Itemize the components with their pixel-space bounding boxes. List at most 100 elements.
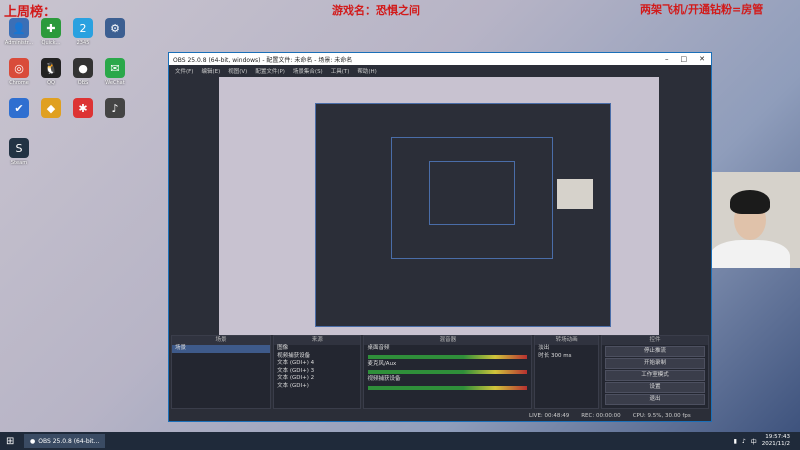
sources-header: 来源 (274, 336, 361, 345)
desktop-icon-label: WeChat (105, 80, 125, 86)
app-icon: ◆ (41, 98, 61, 118)
close-icon[interactable]: ✕ (699, 55, 705, 63)
menu-item[interactable]: 文件(F) (175, 67, 193, 75)
source-item[interactable]: 图像 (274, 345, 360, 353)
desktop-icon-label: QQ (47, 80, 55, 86)
control-button[interactable]: 开始录制 (605, 358, 706, 369)
stream-rules-label: 两架飞机/开通钻粉=房管 (640, 3, 764, 16)
transition-select[interactable]: 淡出 (535, 345, 598, 353)
app-icon: ⚙ (105, 18, 125, 38)
desktop-icon[interactable]: ✚ Quick... (34, 18, 68, 56)
sources-panel: 来源 图像 视频捕获设备 文本 (GDI+) 4 文本 (GDI+) 3 文本 (GDI… (273, 335, 362, 409)
mixer-channel-label: 视频捕获设备 (367, 376, 401, 382)
desktop-icon-label: 2345 (76, 40, 90, 46)
control-button[interactable]: 设置 (605, 382, 706, 393)
obs-statusbar: LIVE: 00:48:49 REC: 00:00:00 CPU: 9.5%, … (169, 411, 711, 421)
desktop-icon[interactable]: ✉ WeChat (98, 58, 132, 96)
network-icon[interactable]: ▮ (734, 438, 737, 445)
desktop-icon[interactable]: 👤 Administr... (2, 18, 36, 56)
volume-meter[interactable] (368, 385, 528, 390)
desktop-icon[interactable]: ◎ Chrome (2, 58, 36, 96)
desktop-icon-label: Steam (10, 160, 28, 166)
transitions-header: 转场动画 (535, 336, 599, 345)
desktop-icon-label: Quick... (41, 40, 61, 46)
control-button[interactable]: 工作室模式 (605, 370, 706, 381)
source-item[interactable]: 文本 (GDI+) (274, 383, 360, 391)
source-item[interactable]: 文本 (GDI+) 4 (274, 360, 360, 368)
cpu-fps: CPU: 9.5%, 30.00 fps (632, 413, 691, 419)
desktop: 上周榜： 游戏名：恐惧之间 两架飞机/开通钻粉=房管 👤 Administr...… (0, 0, 800, 450)
clock[interactable]: 19:57:43 2021/11/2 (762, 434, 790, 448)
taskbar: ⊞ ● OBS 25.0.8 (64-bit... ▮ ♪ 中 19:57:43… (0, 432, 800, 450)
live-timer: LIVE: 00:48:49 (529, 413, 570, 419)
desktop-icon[interactable]: 🐧 QQ (34, 58, 68, 96)
desktop-icon[interactable]: ✔ (2, 98, 36, 136)
clock-time: 19:57:43 (765, 434, 790, 440)
control-button[interactable]: 停止推流 (605, 346, 706, 357)
app-icon: ♪ (105, 98, 125, 118)
desktop-icon[interactable]: 2 2345 (66, 18, 100, 56)
app-icon: 2 (73, 18, 93, 38)
scene-item[interactable]: 场景 (172, 345, 271, 353)
app-icon: ✉ (105, 58, 125, 78)
menu-item[interactable]: 配置文件(P) (255, 67, 285, 75)
obs-preview[interactable] (219, 77, 659, 335)
rec-timer: REC: 00:00:00 (581, 413, 621, 419)
clock-date: 2021/11/2 (761, 441, 790, 447)
obs-icon: ● (30, 437, 36, 445)
desktop-icon-label: OBS (77, 80, 89, 86)
app-icon: 👤 (9, 18, 29, 38)
menu-item[interactable]: 视图(V) (228, 67, 247, 75)
volume-icon[interactable]: ♪ (742, 438, 746, 445)
webcam-feed (700, 172, 800, 268)
system-tray: ▮ ♪ 中 19:57:43 2021/11/2 (734, 434, 800, 448)
duration-row: 时长 300 ms (535, 353, 598, 361)
control-button[interactable]: 退出 (605, 394, 706, 405)
source-item[interactable]: 文本 (GDI+) 3 (274, 368, 360, 376)
scenes-panel: 场景 场景 (171, 335, 272, 409)
menu-item[interactable]: 帮助(H) (357, 67, 376, 75)
menu-item[interactable]: 编辑(E) (201, 67, 220, 75)
source-item[interactable]: 文本 (GDI+) 2 (274, 375, 360, 383)
volume-meter[interactable] (368, 354, 528, 359)
app-icon: S (9, 138, 29, 158)
duration-value[interactable]: 300 ms (551, 353, 571, 359)
desktop-icon[interactable]: ♪ (98, 98, 132, 136)
menu-item[interactable]: 工具(T) (331, 67, 350, 75)
ime-icon[interactable]: 中 (751, 437, 757, 446)
obs-titlebar[interactable]: OBS 25.0.8 (64-bit, windows) - 配置文件: 未命名… (169, 53, 711, 65)
mixer-channel-label: 麦克风/Aux (367, 360, 397, 367)
menu-item[interactable]: 场景集合(S) (293, 67, 323, 75)
desktop-icon-label: Administr... (4, 40, 34, 46)
desktop-icon[interactable]: S Steam (2, 138, 36, 176)
maximize-icon[interactable]: □ (681, 55, 688, 63)
game-name-label: 游戏名：恐惧之间 (332, 4, 420, 17)
desktop-icon[interactable]: ● OBS (66, 58, 100, 96)
desktop-icon[interactable]: ✱ (66, 98, 100, 136)
source-item[interactable]: 视频捕获设备 (274, 353, 360, 361)
mixer-panel: 混音器 桌面音频麦克风/Aux 视频捕获设备 (363, 335, 533, 409)
obs-window[interactable]: OBS 25.0.8 (64-bit, windows) - 配置文件: 未命名… (168, 52, 712, 422)
obs-title: OBS 25.0.8 (64-bit, windows) - 配置文件: 未命名… (173, 56, 353, 64)
desktop-icon[interactable]: ⚙ (98, 18, 132, 56)
app-icon: ◎ (9, 58, 29, 78)
scenes-header: 场景 (172, 336, 271, 345)
transitions-panel: 转场动画 淡出 时长 300 ms (534, 335, 600, 409)
desktop-icon-label: Chrome (9, 80, 29, 86)
app-icon: 🐧 (41, 58, 61, 78)
controls-header: 控件 (602, 336, 709, 345)
mixer-channel-label: 桌面音频 (367, 345, 390, 351)
app-icon: ● (73, 58, 93, 78)
desktop-icon[interactable]: ◆ (34, 98, 68, 136)
app-icon: ✔ (9, 98, 29, 118)
volume-meter[interactable] (368, 370, 528, 374)
mixer-header: 混音器 (364, 336, 532, 345)
app-icon: ✱ (73, 98, 93, 118)
minimize-icon[interactable]: – (665, 55, 669, 63)
controls-panel: 控件 停止推流 开始录制 工作室模式 设置 退出 (601, 335, 710, 409)
app-icon: ✚ (41, 18, 61, 38)
taskbar-obs-label: OBS 25.0.8 (64-bit... (38, 437, 100, 445)
start-icon[interactable]: ⊞ (6, 436, 14, 447)
taskbar-obs-button[interactable]: ● OBS 25.0.8 (64-bit... (24, 434, 106, 448)
preview-webcam (557, 179, 593, 209)
